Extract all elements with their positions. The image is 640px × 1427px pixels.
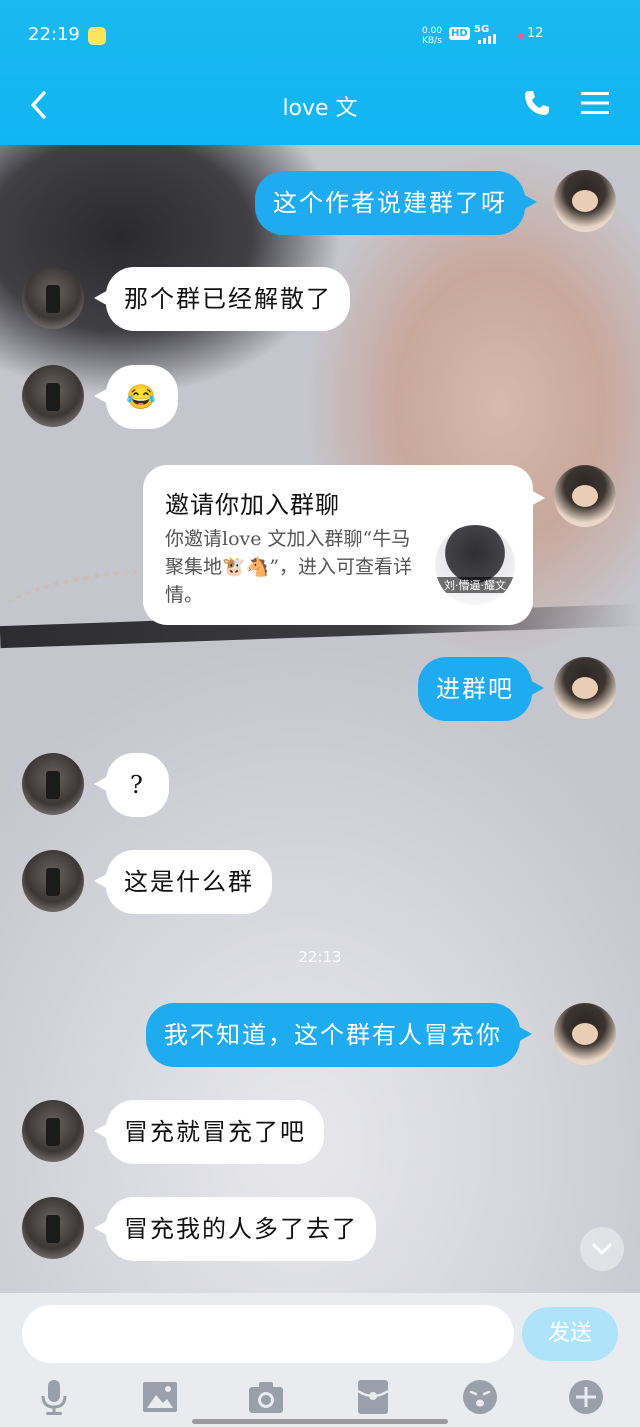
friend-avatar[interactable]	[22, 1197, 84, 1259]
camera-icon[interactable]	[246, 1377, 286, 1417]
my-avatar[interactable]	[554, 170, 616, 232]
hd-badge: HD	[449, 27, 470, 40]
invite-card-title: 邀请你加入群聊	[165, 491, 340, 519]
group-avatar: 刘·懵逼·耀文	[435, 525, 515, 605]
message-bubble-sent[interactable]: 这个作者说建群了呀	[255, 171, 537, 235]
notification-app-icon	[88, 27, 106, 45]
friend-avatar[interactable]	[22, 267, 84, 329]
microphone-icon[interactable]	[34, 1377, 74, 1417]
message-timestamp: 22:13	[298, 948, 342, 966]
send-button[interactable]: 发送	[522, 1307, 618, 1361]
friend-avatar[interactable]	[22, 365, 84, 427]
red-packet-icon[interactable]	[353, 1377, 393, 1417]
battery-level: 12	[527, 26, 544, 41]
invite-card-description: 你邀请love 文加入群聊“牛马聚集地🐮🐴”，进入可查看详情。	[165, 528, 413, 606]
message-bubble-received[interactable]: 😂	[94, 365, 178, 429]
home-indicator	[192, 1419, 448, 1424]
network-speed: 0.00 KB/s	[422, 26, 443, 46]
status-time: 22:19	[28, 24, 80, 45]
chat-area[interactable]: 这个作者说建群了呀 那个群已经解散了 😂 邀请你加入群聊 你邀请love 文加入…	[0, 145, 640, 1293]
top-bar: 22:19 0.00 KB/s HD 5G 12 love 文	[0, 0, 640, 145]
message-bubble-received[interactable]: 这是什么群	[94, 850, 272, 914]
message-bubble-received[interactable]: 冒充就冒充了吧	[94, 1100, 324, 1164]
image-icon[interactable]	[140, 1377, 180, 1417]
my-avatar[interactable]	[554, 657, 616, 719]
friend-avatar[interactable]	[22, 1100, 84, 1162]
message-bubble-sent[interactable]: 我不知道，这个群有人冒充你	[146, 1003, 532, 1067]
friend-avatar[interactable]	[22, 850, 84, 912]
signal-icon	[478, 34, 496, 44]
scroll-to-bottom-button[interactable]	[580, 1227, 624, 1271]
composer-bar: 发送	[0, 1293, 640, 1427]
message-bubble-sent[interactable]: 进群吧	[418, 657, 544, 721]
message-bubble-received[interactable]: 冒充我的人多了去了	[94, 1197, 376, 1261]
battery-icon	[518, 33, 524, 39]
my-avatar[interactable]	[554, 1003, 616, 1065]
group-invite-card[interactable]: 邀请你加入群聊 你邀请love 文加入群聊“牛马聚集地🐮🐴”，进入可查看详情。 …	[143, 465, 545, 625]
message-bubble-received[interactable]: 那个群已经解散了	[94, 267, 350, 331]
chevron-down-icon	[592, 1243, 612, 1255]
group-avatar-label: 刘·懵逼·耀文	[435, 577, 515, 593]
message-input[interactable]	[22, 1305, 514, 1363]
my-avatar[interactable]	[554, 465, 616, 527]
plus-icon[interactable]	[566, 1377, 606, 1417]
phone-icon[interactable]	[522, 88, 552, 118]
menu-icon[interactable]	[580, 90, 610, 116]
composer-toolbar	[0, 1377, 640, 1417]
friend-avatar[interactable]	[22, 753, 84, 815]
emoji-icon[interactable]	[460, 1377, 500, 1417]
message-bubble-received[interactable]: ?	[94, 753, 169, 817]
